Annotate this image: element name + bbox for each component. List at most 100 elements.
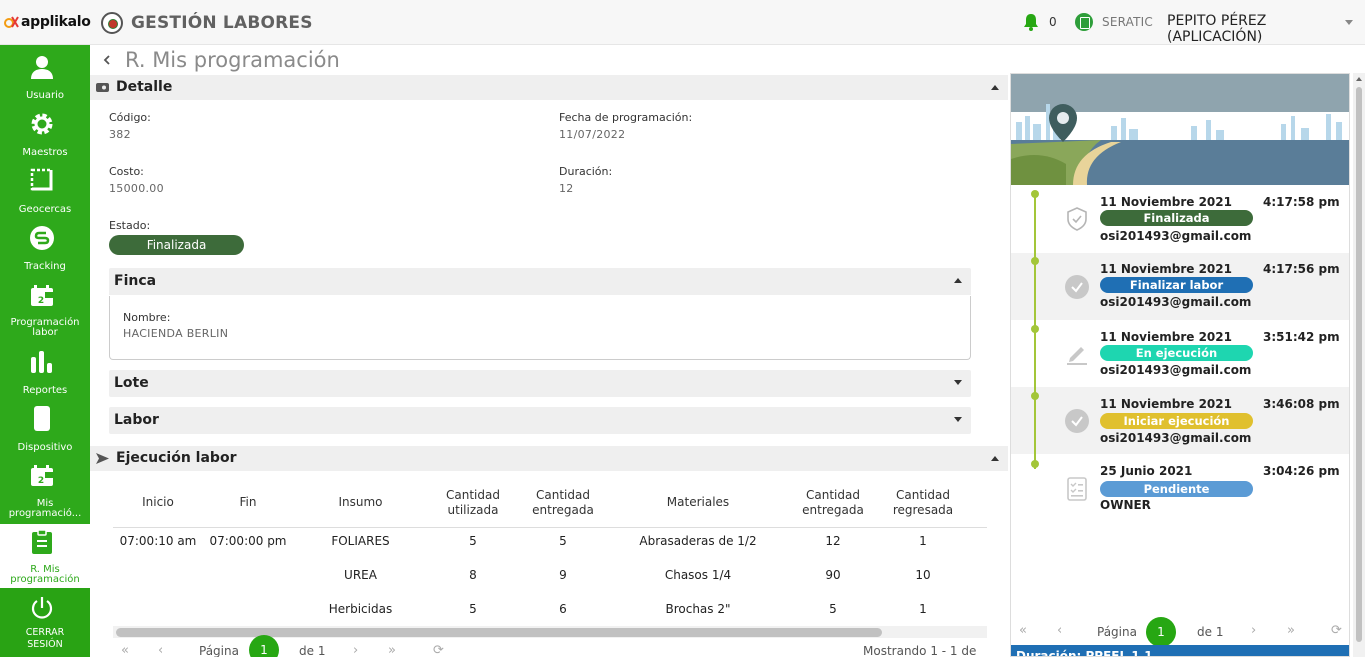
table-cell: 12 <box>825 534 841 548</box>
sidebar-item-mis-programaciones[interactable]: 2 Mis programació... <box>0 458 90 524</box>
section-title: Finca <box>114 273 157 289</box>
estado-label: Estado: <box>109 219 151 232</box>
timeline-date: 11 Noviembre 2021 <box>1100 397 1232 411</box>
table-cell: 10 <box>915 568 931 582</box>
page-label: Página <box>1097 625 1137 639</box>
scrollbar-thumb[interactable] <box>116 628 882 637</box>
column-header[interactable]: Cantidad regresada <box>878 479 968 526</box>
timeline-time: 3:04:26 pm <box>1263 464 1340 478</box>
check-circle-icon <box>1065 275 1089 299</box>
sidebar-item-label: Mis programació... <box>8 498 82 519</box>
column-header[interactable]: Cantidad utilizada <box>428 479 518 526</box>
user-menu[interactable]: PEPITO PÉREZ (APLICACIÓN) <box>1167 13 1365 45</box>
top-bar: applikalo GESTIÓN LABORES 0 SERATIC PEPI… <box>0 0 1365 45</box>
sidebar-item-reportes[interactable]: Reportes <box>0 339 90 396</box>
caret-down-icon[interactable] <box>954 380 962 385</box>
table-cell: UREA <box>344 568 377 582</box>
power-icon <box>31 597 53 619</box>
back-chevron-icon[interactable] <box>102 55 112 65</box>
sidebar-item-maestros[interactable]: Maestros <box>0 102 90 159</box>
timeline-item: 25 Junio 2021 3:04:26 pm Pendiente OWNER <box>1011 454 1349 521</box>
sidebar-item-programacion-labor[interactable]: 2 Programación labor <box>0 273 90 339</box>
sidebar-item-tracking[interactable]: Tracking <box>0 216 90 273</box>
sidebar-item-label: Programación labor <box>10 317 80 338</box>
sidebar-item-r-mis-programacion[interactable]: R. Mis programación <box>0 524 90 588</box>
column-header[interactable]: Insumo <box>293 479 428 526</box>
clipboard-icon <box>32 529 52 554</box>
section-title: Detalle <box>116 79 173 95</box>
sidebar-item-geocercas[interactable]: Geocercas <box>0 159 90 216</box>
sidebar-item-label: Reportes <box>22 385 68 396</box>
page-total: de 1 <box>1197 625 1224 639</box>
current-page[interactable]: 1 <box>1146 617 1176 647</box>
labor-section-header[interactable]: Labor <box>109 407 971 434</box>
pager-summary: Mostrando 1 - 1 de 1 <box>863 644 977 657</box>
current-page[interactable]: 1 <box>249 635 279 657</box>
scrollbar-thumb[interactable] <box>1356 87 1362 642</box>
timeline-item: 11 Noviembre 2021 4:17:58 pm Finalizada … <box>1011 186 1349 253</box>
next-page-icon[interactable]: › <box>353 643 358 657</box>
timeline-pager: « ‹ Página 1 de 1 › » ⟳ <box>1011 617 1349 647</box>
table-cell: Brochas 2" <box>665 602 731 616</box>
last-page-icon[interactable]: » <box>1287 623 1295 638</box>
detalle-section-header[interactable]: Detalle <box>90 75 1008 100</box>
column-header[interactable]: Cantidad entregada <box>788 479 878 526</box>
timeline-item: 11 Noviembre 2021 3:51:42 pm En ejecució… <box>1011 320 1349 387</box>
refresh-icon[interactable]: ⟳ <box>433 643 444 657</box>
user-icon <box>31 56 53 79</box>
sidebar-item-dispositivo[interactable]: Dispositivo <box>0 396 90 458</box>
timeline-time: 3:46:08 pm <box>1263 397 1340 411</box>
table-cell: 6 <box>559 602 567 616</box>
ejecucion-section-header[interactable]: Ejecución labor <box>90 446 1008 471</box>
table-cell: Abrasaderas de 1/2 <box>639 534 757 548</box>
scroll-up-icon[interactable] <box>1356 77 1362 81</box>
logout-button[interactable]: CERRAR SESIÓN <box>0 588 90 657</box>
page-vertical-scrollbar[interactable] <box>1353 73 1365 657</box>
first-page-icon[interactable]: « <box>1019 623 1027 638</box>
finca-section-header[interactable]: Finca <box>109 268 971 295</box>
caret-up-icon[interactable] <box>954 278 962 283</box>
timeline-dot <box>1031 190 1039 198</box>
geofence-icon <box>30 168 53 191</box>
refresh-icon[interactable]: ⟳ <box>1331 623 1342 638</box>
caret-up-icon[interactable] <box>991 85 999 90</box>
column-header[interactable]: Fin <box>203 479 293 526</box>
timeline-footer: Duración: PPEEL 1.1 <box>1011 645 1349 656</box>
nombre-value: HACIENDA BERLIN <box>123 327 229 340</box>
timeline-user: osi201493@gmail.com <box>1100 229 1252 243</box>
column-header[interactable]: Cantidad entregada <box>518 479 608 526</box>
duracion-value: 12 <box>559 182 574 195</box>
column-header[interactable]: Materiales <box>608 479 788 526</box>
sidebar-item-usuario[interactable]: Usuario <box>0 45 90 102</box>
applikalo-logo-icon <box>4 15 19 29</box>
send-icon <box>96 453 109 464</box>
sidebar-item-label: Geocercas <box>18 204 72 215</box>
next-page-icon[interactable]: › <box>1251 623 1256 638</box>
phone-icon <box>34 406 50 431</box>
table-pager: « ‹ Página 1 de 1 › » ⟳ Mostrando 1 - 1 … <box>113 635 987 657</box>
table-horizontal-scrollbar[interactable] <box>113 626 987 638</box>
caret-down-icon[interactable] <box>954 417 962 422</box>
prev-page-icon[interactable]: ‹ <box>158 643 163 657</box>
gear-icon <box>31 113 53 135</box>
logout-label: CERRAR SESIÓN <box>25 627 65 650</box>
sidebar-item-label: R. Mis programación <box>10 564 80 585</box>
table-cell: Herbicidas <box>328 602 393 616</box>
column-header[interactable]: Inicio <box>113 479 203 526</box>
caret-up-icon[interactable] <box>991 456 999 461</box>
header-divider <box>113 527 987 528</box>
chevron-down-icon[interactable] <box>1345 20 1353 25</box>
first-page-icon[interactable]: « <box>121 643 129 657</box>
lote-section-header[interactable]: Lote <box>109 370 971 397</box>
timeline-status-badge: Finalizar labor <box>1100 277 1253 293</box>
shield-check-icon <box>1067 207 1087 231</box>
costo-label: Costo: <box>109 165 144 178</box>
prev-page-icon[interactable]: ‹ <box>1057 623 1062 638</box>
last-page-icon[interactable]: » <box>388 643 396 657</box>
timeline-status-badge: Finalizada <box>1100 210 1253 226</box>
codigo-label: Código: <box>109 111 151 124</box>
sidebar-item-label: Maestros <box>22 147 68 158</box>
brand-logo[interactable]: applikalo <box>4 11 91 33</box>
duracion-label: Duración: <box>559 165 613 178</box>
bell-icon[interactable] <box>1021 12 1041 32</box>
